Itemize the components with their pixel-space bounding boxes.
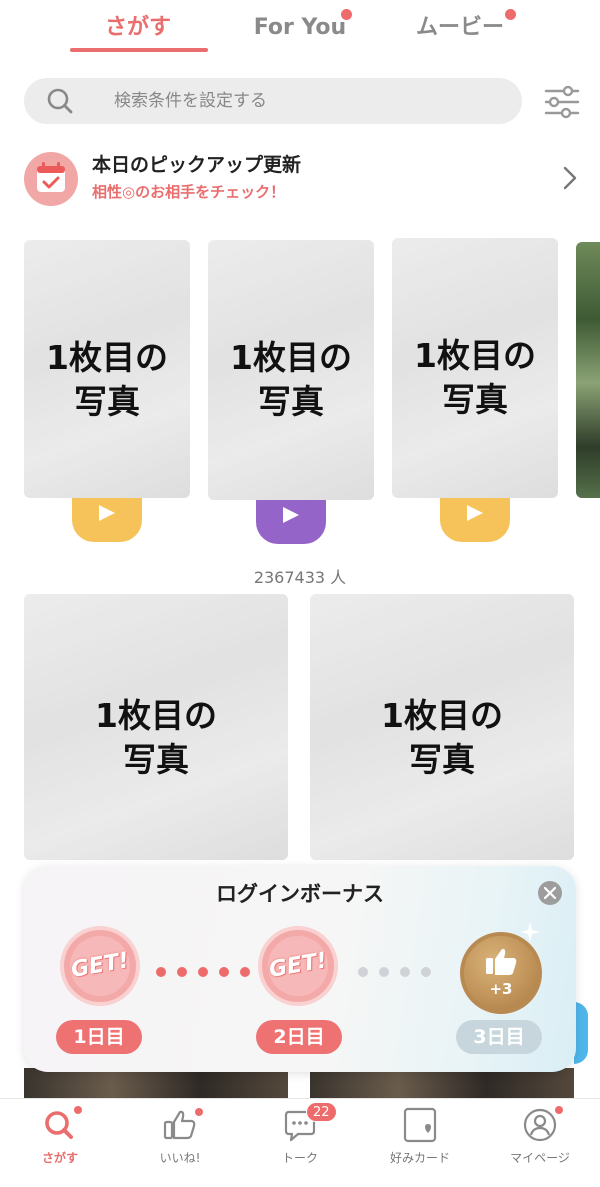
reward-medal-day-3: +3: [460, 922, 542, 1014]
profile-card[interactable]: 1枚目の 写真: [208, 240, 374, 500]
profile-card[interactable]: 1枚目の 写真: [310, 594, 574, 860]
profile-card[interactable]: 1枚目の 写真: [24, 240, 190, 498]
nav-notification-dot: [194, 1107, 204, 1117]
video-play-tab[interactable]: [72, 498, 142, 542]
card-photo-label: 1枚目の 写真: [381, 696, 503, 779]
card-photo-label: 1枚目の 写真: [230, 338, 352, 421]
video-play-tab[interactable]: [256, 500, 326, 544]
play-icon: [99, 505, 115, 521]
pickup-subtitle: 相性◎のお相手をチェック！: [92, 183, 286, 201]
day-3-pill: 3日目: [456, 1020, 542, 1054]
nav-item-favorite-cards[interactable]: 好みカード: [360, 1099, 480, 1187]
tab-search[interactable]: さがす: [68, 12, 208, 44]
bottom-nav: さがす いいね! 22 トーク 好みカード マイページ: [0, 1098, 600, 1187]
floating-action-button[interactable]: [574, 1002, 588, 1064]
profile-card-peek[interactable]: [576, 242, 600, 498]
pickup-title: 本日のピックアップ更新: [92, 154, 302, 176]
profile-card[interactable]: 1枚目の 写真: [24, 594, 288, 860]
login-bonus-title: ログインボーナス: [216, 882, 384, 906]
top-tab-bar: さがす For You ムービー: [0, 0, 600, 62]
heart-card-icon: [403, 1107, 437, 1143]
close-button[interactable]: [538, 881, 562, 905]
day-2-pill: 2日目: [256, 1020, 342, 1054]
search-placeholder: 検索条件を設定する: [114, 91, 267, 111]
progress-dots-2: [358, 962, 442, 977]
nav-notification-dot: [554, 1105, 564, 1115]
video-play-tab[interactable]: [440, 498, 510, 542]
profile-card-photo[interactable]: [24, 1068, 288, 1098]
result-count: 2367433 人: [253, 568, 347, 587]
play-icon: [283, 507, 299, 523]
close-icon: [544, 887, 556, 899]
nav-item-mypage[interactable]: マイページ: [480, 1099, 600, 1187]
thumbs-up-icon: [486, 948, 517, 975]
calendar-check-icon: [24, 152, 78, 206]
nav-item-likes[interactable]: いいね!: [120, 1099, 240, 1187]
pickup-update-row[interactable]: 本日のピックアップ更新 相性◎のお相手をチェック！: [0, 140, 600, 216]
nav-notification-dot: [73, 1105, 83, 1115]
day-1-pill: 1日目: [56, 1020, 142, 1054]
profile-card[interactable]: 1枚目の 写真: [392, 238, 558, 498]
nav-item-search[interactable]: さがす: [0, 1099, 120, 1187]
card-photo-label: 1枚目の 写真: [95, 696, 217, 779]
nav-item-talk[interactable]: 22 トーク: [240, 1099, 360, 1187]
profile-card-photo[interactable]: [310, 1068, 574, 1098]
progress-dots-1: [156, 962, 261, 977]
active-tab-indicator: [70, 48, 208, 52]
filter-sliders-icon[interactable]: [540, 84, 584, 120]
card-photo-label: 1枚目の 写真: [46, 338, 168, 421]
sparkle-icon: [520, 922, 540, 942]
tab-movie-notification-dot: [505, 9, 516, 20]
tab-movie[interactable]: ムービー: [398, 12, 522, 44]
get-stamp-day-2: GET!: [258, 926, 338, 1006]
chevron-right-icon: [563, 166, 577, 190]
play-icon: [467, 505, 483, 521]
search-icon: [47, 88, 73, 114]
get-stamp-day-1: GET!: [60, 926, 140, 1006]
tab-for-you-notification-dot: [341, 9, 352, 20]
login-bonus-popup: ログインボーナス GET! GET! +3 1日目 2日目 3日目: [24, 866, 576, 1072]
card-photo-label: 1枚目の 写真: [414, 336, 536, 419]
unread-count-badge: 22: [306, 1102, 337, 1122]
search-bar[interactable]: 検索条件を設定する: [24, 78, 522, 124]
